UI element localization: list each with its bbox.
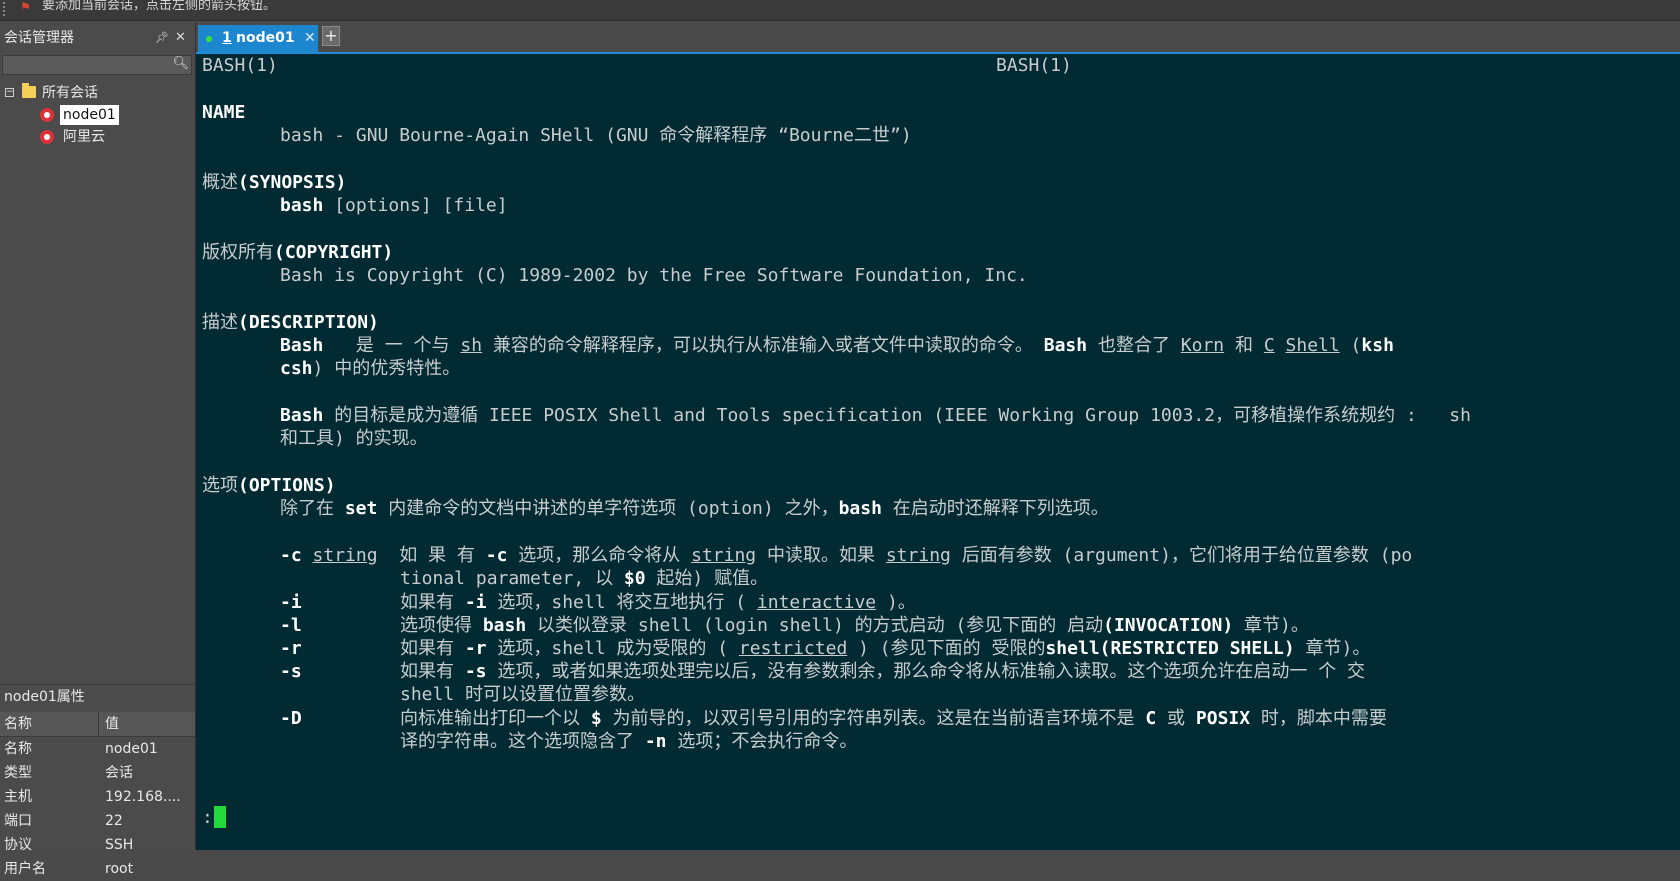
section-heading-name: NAME (202, 102, 246, 123)
property-row[interactable]: 协议 SSH (0, 833, 195, 857)
session-tab-bar: 1 node01 ✕ + (196, 22, 1680, 54)
session-icon (40, 108, 54, 122)
section-heading-options: 选项(OPTIONS) (202, 475, 336, 496)
toolbar-grip[interactable] (3, 2, 7, 16)
option-r: -r 如果有 -r 选项，shell 成为受限的 ( restricted ) (… (280, 638, 1371, 659)
tab-close-icon[interactable]: ✕ (304, 25, 316, 52)
arrow-flag-icon[interactable]: ⚑ (20, 0, 31, 14)
property-row[interactable]: 主机 192.168.... (0, 785, 195, 809)
property-key: 主机 (4, 789, 32, 805)
property-key: 协议 (4, 837, 32, 853)
hint-text: 要添加当前会话，点击左侧的箭头按钮。 (42, 0, 277, 13)
man-header-left: BASH(1) (202, 55, 278, 76)
options-intro: 除了在 set 内建命令的文档中讲述的单字符选项 (option) 之外，bas… (280, 498, 1109, 519)
property-key: 端口 (4, 813, 32, 829)
property-key: 用户名 (4, 861, 46, 877)
property-row[interactable]: 端口 22 (0, 809, 195, 833)
option-D-cont: 译的字符串。这个选项隐含了 -n 选项；不会执行命令。 (400, 731, 858, 752)
property-value: SSH (105, 837, 134, 853)
tab-node01[interactable]: 1 node01 ✕ (198, 25, 318, 52)
man-header-line: BASH(1) BASH(1) (202, 54, 1072, 78)
property-value: 22 (105, 813, 123, 829)
option-s-cont: shell 时可以设置位置参数。 (400, 684, 646, 705)
session-search-input[interactable]: 🔍︎ (2, 55, 192, 75)
section-heading-synopsis: 概述(SYNOPSIS) (202, 172, 347, 193)
terminal-output[interactable]: BASH(1) BASH(1) NAME bash - GNU Bourne-Ag… (196, 54, 1680, 850)
property-value: root (105, 861, 134, 877)
tree-root-label: 所有会话 (42, 85, 98, 101)
name-description: bash - GNU Bourne-Again SHell (GNU 命令解释程… (280, 125, 912, 146)
tree-item-aliyun[interactable]: 阿里云 (0, 126, 195, 148)
tree-item-label: 阿里云 (63, 129, 105, 145)
session-tree: − 所有会话 node01 阿里云 (0, 82, 195, 148)
new-tab-button[interactable]: + (322, 26, 340, 46)
search-icon[interactable]: 🔍︎ (172, 56, 189, 71)
connected-status-icon (206, 36, 212, 42)
option-i: -i 如果有 -i 选项，shell 将交互地执行 ( interactive )… (280, 592, 916, 613)
section-heading-description: 描述(DESCRIPTION) (202, 312, 379, 333)
tree-item-label: node01 (60, 105, 119, 125)
column-header-value[interactable]: 值 (105, 712, 193, 736)
option-D: -D 向标准输出打印一个以 $ 为前导的，以双引号引用的字符串列表。这是在当前语言… (280, 708, 1387, 729)
pager-prompt: : (202, 807, 213, 828)
property-value: 192.168.... (105, 789, 181, 805)
properties-table: 名称 值 名称 node01 类型 会话 主机 192.168.... 端口 2… (0, 712, 195, 881)
description-line-3: Bash 的目标是成为遵循 IEEE POSIX Shell and Tools… (280, 405, 1471, 426)
tab-label: node01 (236, 30, 295, 46)
tab-number: 1 (222, 30, 232, 46)
session-manager-panel: 会话管理器 📌︎ ✕ 🔍︎ − 所有会话 node01 阿里云 node01属性… (0, 22, 196, 877)
option-c-cont: tional parameter, 以 $0 起始) 赋值。 (400, 568, 769, 589)
man-header-right: BASH(1) (996, 55, 1072, 76)
session-manager-header: 会话管理器 📌︎ ✕ (0, 26, 195, 50)
synopsis-line: bash [options] [file] (280, 195, 508, 216)
description-line-2: csh) 中的优秀特性。 (280, 358, 461, 379)
terminal-cursor (214, 806, 226, 828)
collapse-icon[interactable]: − (5, 88, 14, 97)
property-value: 会话 (105, 765, 133, 781)
property-row[interactable]: 类型 会话 (0, 761, 195, 785)
tree-item-node01[interactable]: node01 (0, 104, 195, 126)
close-icon[interactable]: ✕ (175, 26, 186, 50)
column-divider[interactable] (98, 712, 99, 736)
property-row[interactable]: 名称 node01 (0, 737, 195, 761)
properties-title: node01属性 (0, 684, 195, 708)
session-icon (40, 130, 54, 144)
property-value: node01 (105, 741, 158, 757)
folder-icon (22, 83, 36, 98)
property-key: 类型 (4, 765, 32, 781)
tree-root-all-sessions[interactable]: − 所有会话 (0, 82, 195, 104)
session-manager-title: 会话管理器 (4, 30, 74, 46)
option-l: -l 选项使得 bash 以类似登录 shell (login shell) 的方… (280, 615, 1309, 636)
description-line-1: Bash 是 一 个与 sh 兼容的命令解释程序，可以执行从标准输入或者文件中读… (280, 335, 1394, 356)
pin-icon[interactable]: 📌︎ (155, 26, 169, 50)
property-key: 名称 (4, 741, 32, 757)
section-heading-copyright: 版权所有(COPYRIGHT) (202, 242, 394, 263)
option-c: -c string 如 果 有 -c 选项，那么命令将从 string 中读取。… (280, 545, 1413, 566)
column-header-name[interactable]: 名称 (4, 712, 32, 736)
property-row[interactable]: 用户名 root (0, 857, 195, 881)
properties-header-row: 名称 值 (0, 712, 195, 737)
option-s: -s 如果有 -s 选项，或者如果选项处理完以后，没有参数剩余，那么命令将从标准输… (280, 661, 1366, 682)
hint-bar: ⚑ 要添加当前会话，点击左侧的箭头按钮。 (0, 0, 1680, 21)
copyright-text: Bash is Copyright (C) 1989-2002 by the F… (280, 265, 1028, 286)
description-line-4: 和工具) 的实现。 (280, 428, 428, 449)
